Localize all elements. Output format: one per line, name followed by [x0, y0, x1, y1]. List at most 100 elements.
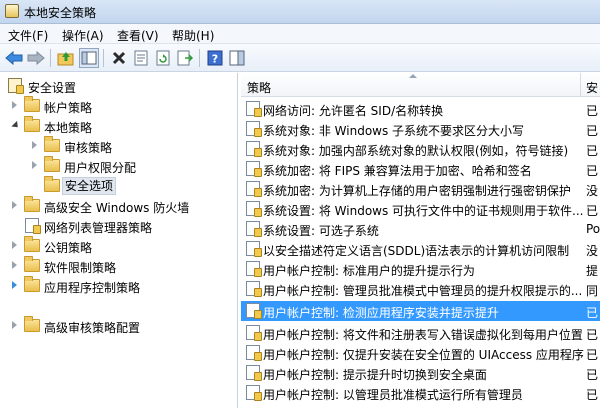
list-row[interactable]: 以安全描述符定义语言(SDDL)语法表示的计算机访问限制 没: [241, 239, 600, 259]
column-header-setting[interactable]: 安: [586, 79, 598, 96]
security-setting: 已: [586, 124, 599, 138]
tree-item-account-policy[interactable]: 帐户策略: [0, 96, 237, 116]
properties-icon[interactable]: [131, 48, 151, 68]
tree-label: 公钥策略: [44, 241, 93, 255]
folder-icon: [44, 176, 60, 192]
expand-arrow-icon[interactable]: [12, 101, 17, 109]
app-icon: [5, 4, 19, 18]
tree-pane: 安全设置 帐户策略 本地策略 审核策略 用户权限分配 安全选项 高级安全 Win…: [0, 73, 238, 408]
policy-name: 系统设置: 将 Windows 可执行文件中的证书规则用于软件...: [263, 204, 584, 218]
list-row[interactable]: 系统加密: 将 FIPS 兼容算法用于加密、哈希和签名 已: [241, 159, 600, 179]
policy-icon: [246, 345, 262, 361]
action-pane-icon[interactable]: [227, 48, 247, 68]
up-folder-icon[interactable]: [56, 48, 76, 68]
security-settings-icon: [8, 78, 24, 94]
tree-item-local-policy[interactable]: 本地策略: [0, 116, 237, 136]
tree-item-software-restriction[interactable]: 软件限制策略: [0, 256, 237, 276]
list-row[interactable]: 系统设置: 将 Windows 可执行文件中的证书规则用于软件... 已: [241, 199, 600, 219]
tree-item-advanced-audit[interactable]: 高级审核策略配置: [0, 316, 237, 336]
delete-icon[interactable]: [109, 48, 129, 68]
tree-label: 审核策略: [64, 141, 113, 155]
toolbar-separator: [199, 49, 200, 67]
policy-icon: [246, 121, 262, 137]
security-setting: 已: [586, 368, 599, 382]
tree-item-security-options[interactable]: 安全选项: [0, 176, 237, 196]
menu-action[interactable]: 操作(A): [60, 27, 106, 44]
export-list-icon[interactable]: [175, 48, 195, 68]
column-header-policy[interactable]: 策略: [247, 79, 271, 96]
policy-list-pane: 策略 安 网络访问: 允许匿名 SID/名称转换 已 系统对象: 非 Windo…: [241, 73, 600, 408]
list-row[interactable]: 系统设置: 可选子系统 Po: [241, 219, 600, 239]
forward-arrow-icon[interactable]: [26, 48, 46, 68]
policy-icon: [246, 101, 262, 117]
list-row[interactable]: 用户帐户控制: 管理员批准模式中管理员的提升权限提示的... 同: [241, 279, 600, 299]
security-setting: 已: [586, 164, 599, 178]
tree-item-app-control[interactable]: 应用程序控制策略: [0, 276, 237, 296]
list-row[interactable]: 用户帐户控制: 将文件和注册表写入错误虚拟化到每用户位置 已: [241, 323, 600, 343]
policy-name: 系统加密: 为计算机上存储的用户密钥强制进行强密钥保护: [263, 184, 571, 198]
security-setting: 已: [586, 348, 599, 362]
list-row-selected[interactable]: 用户帐户控制: 检测应用程序安装并提示提升 已: [241, 301, 600, 321]
folder-icon: [24, 116, 40, 132]
show-hide-tree-icon[interactable]: [79, 48, 99, 68]
policy-icon: [246, 181, 262, 197]
security-setting: 已: [586, 144, 599, 158]
tree-label: 应用程序控制策略: [44, 281, 141, 295]
list-row[interactable]: 系统加密: 为计算机上存储的用户密钥强制进行强密钥保护 没: [241, 179, 600, 199]
list-row[interactable]: 用户帐户控制: 仅提升安装在安全位置的 UIAccess 应用程序 已: [241, 343, 600, 363]
policy-name: 系统设置: 可选子系统: [263, 224, 379, 238]
tree-item-public-key[interactable]: 公钥策略: [0, 236, 237, 256]
policy-icon: [246, 221, 262, 237]
security-setting: 已: [586, 328, 599, 342]
toolbar: ?: [0, 44, 600, 72]
column-divider[interactable]: [580, 73, 581, 97]
security-setting: 已: [586, 388, 599, 402]
collapse-arrow-icon[interactable]: [11, 120, 21, 131]
tree-label: 安全选项: [62, 177, 117, 195]
folder-icon: [44, 156, 60, 172]
back-arrow-icon[interactable]: [4, 48, 24, 68]
tree-item-user-rights[interactable]: 用户权限分配: [0, 156, 237, 176]
tree-root-security-settings[interactable]: 安全设置: [0, 76, 237, 96]
policy-name: 用户帐户控制: 管理员批准模式中管理员的提升权限提示的...: [263, 284, 583, 298]
expand-arrow-icon[interactable]: [12, 201, 17, 209]
list-row[interactable]: 系统对象: 非 Windows 子系统不要求区分大小写 已: [241, 119, 600, 139]
expand-arrow-icon[interactable]: [12, 241, 17, 249]
policy-name: 系统对象: 非 Windows 子系统不要求区分大小写: [263, 124, 525, 138]
list-row[interactable]: 网络访问: 允许匿名 SID/名称转换 已: [241, 99, 600, 119]
menu-file[interactable]: 文件(F): [6, 27, 50, 44]
folder-icon: [24, 316, 40, 332]
tree-label: 帐户策略: [44, 101, 93, 115]
tree-label: 网络列表管理器策略: [44, 221, 153, 235]
expand-arrow-icon[interactable]: [32, 141, 37, 149]
tree-label: 用户权限分配: [64, 161, 137, 175]
folder-icon: [24, 96, 40, 112]
toolbar-separator: [103, 49, 104, 67]
tree-item-firewall[interactable]: 高级安全 Windows 防火墙: [0, 196, 237, 216]
expand-arrow-icon[interactable]: [12, 261, 17, 269]
tree-item-audit-policy[interactable]: 审核策略: [0, 136, 237, 156]
policy-icon: [246, 365, 262, 381]
tree-label: 本地策略: [44, 121, 93, 135]
security-setting: 提: [586, 264, 599, 278]
security-setting: Po: [586, 222, 600, 236]
security-setting: 没: [586, 244, 599, 258]
list-row[interactable]: 用户帐户控制: 标准用户的提升提示行为 提: [241, 259, 600, 279]
tree-label: 安全设置: [28, 81, 77, 95]
help-icon[interactable]: ?: [205, 48, 225, 68]
list-row[interactable]: 用户帐户控制: 提示提升时切换到安全桌面 已: [241, 363, 600, 383]
tree-label: 软件限制策略: [44, 261, 117, 275]
policy-name: 用户帐户控制: 提示提升时切换到安全桌面: [263, 368, 487, 382]
menu-view[interactable]: 查看(V): [115, 27, 161, 44]
menu-help[interactable]: 帮助(H): [170, 27, 216, 44]
list-row[interactable]: 系统对象: 加强内部系统对象的默认权限(例如，符号链接) 已: [241, 139, 600, 159]
policy-icon: [246, 303, 262, 319]
policy-name: 用户帐户控制: 标准用户的提升提示行为: [263, 264, 475, 278]
expand-arrow-icon[interactable]: [12, 321, 17, 329]
expand-arrow-icon[interactable]: [12, 281, 17, 289]
list-row[interactable]: 用户帐户控制: 以管理员批准模式运行所有管理员 已: [241, 383, 600, 403]
expand-arrow-icon[interactable]: [32, 161, 37, 169]
tree-label: 高级安全 Windows 防火墙: [44, 201, 190, 215]
refresh-icon[interactable]: [153, 48, 173, 68]
tree-item-network-list[interactable]: 网络列表管理器策略: [0, 216, 237, 236]
